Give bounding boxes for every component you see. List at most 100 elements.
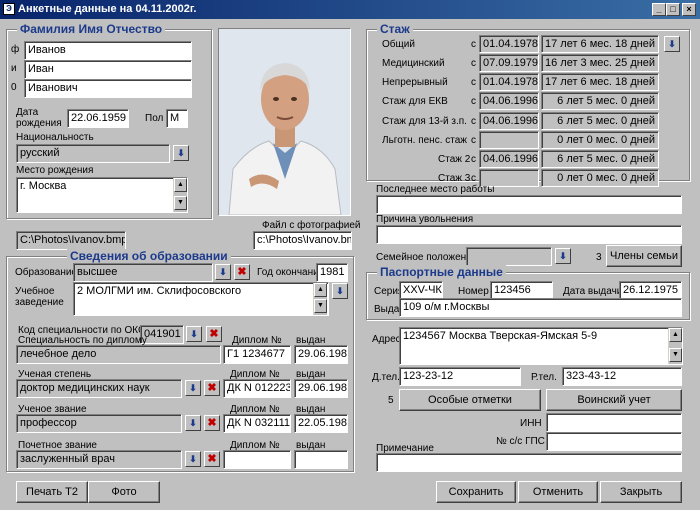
- spec-diploma-field[interactable]: Г1 1234677: [223, 345, 291, 364]
- stazh-from-label: с: [471, 77, 476, 88]
- arrow-down-icon: ⬇: [189, 383, 197, 393]
- work-phone-field[interactable]: 323-43-12: [562, 367, 682, 386]
- title-diploma-field[interactable]: ДК N 032111 0: [223, 414, 291, 433]
- last-work-field[interactable]: [376, 195, 682, 214]
- title-field[interactable]: профессор: [16, 414, 182, 433]
- inn-field[interactable]: [546, 413, 682, 432]
- honorary-field[interactable]: заслуженный врач: [16, 450, 182, 469]
- photo-file-field[interactable]: c:\Photos\Ivanov.bm: [253, 231, 352, 250]
- home-phone-label: Д.тел.: [372, 372, 400, 383]
- first-name-field[interactable]: Иван: [24, 60, 192, 79]
- degree-field[interactable]: доктор медицинских наук: [16, 379, 182, 398]
- degree-issued-field[interactable]: 29.06.1985: [294, 379, 348, 398]
- stazh-start-date-field[interactable]: 04.06.1996: [479, 150, 539, 168]
- print-t2-button[interactable]: Печать Т2: [16, 481, 88, 503]
- employee-photo: [218, 28, 351, 216]
- title-issued-field[interactable]: 22.05.1987: [294, 414, 348, 433]
- clear-x-icon: ✖: [207, 417, 217, 429]
- stazh-group-title: Стаж: [377, 22, 413, 36]
- cancel-button[interactable]: Отменить: [518, 481, 598, 503]
- arrow-down-icon: ⬇: [177, 148, 185, 158]
- honorary-diploma-field[interactable]: [223, 450, 291, 469]
- family-members-button[interactable]: Члены семьи: [606, 245, 682, 267]
- stazh-row-label: Льготн. пенс. стаж: [382, 135, 467, 146]
- clear-x-icon: ✖: [209, 328, 219, 340]
- special-notes-button[interactable]: Особые отметки: [399, 389, 541, 411]
- education-field[interactable]: высшее: [73, 263, 213, 282]
- scroll-up-icon[interactable]: ▲: [174, 178, 187, 192]
- birthplace-field[interactable]: г. Москва: [16, 177, 188, 213]
- institution-scrollbar[interactable]: ▲ ▼: [313, 283, 327, 315]
- close-button[interactable]: Закрыть: [600, 481, 682, 503]
- spec-field[interactable]: лечебное дело: [16, 345, 221, 364]
- stazh-row-label: Стаж 2: [438, 154, 471, 165]
- spec-code-dropdown-button[interactable]: ⬇: [186, 326, 202, 342]
- family-status-field[interactable]: [466, 247, 552, 266]
- nationality-field[interactable]: русский: [16, 144, 170, 163]
- title-dropdown-button[interactable]: ⬇: [185, 415, 201, 431]
- stazh-start-date-field[interactable]: 04.06.1996: [479, 92, 539, 110]
- maximize-button[interactable]: □: [666, 3, 680, 16]
- family-status-label: Семейное положение: [376, 252, 478, 263]
- scroll-up-icon[interactable]: ▲: [669, 328, 682, 342]
- window-title: Анкетные данные на 04.11.2002г.: [18, 3, 197, 15]
- degree-diploma-field[interactable]: ДК N 012223 0: [223, 379, 291, 398]
- address-scrollbar[interactable]: ▲ ▼: [668, 328, 682, 364]
- stazh-start-date-field[interactable]: 04.06.1996: [479, 112, 539, 130]
- scroll-down-icon[interactable]: ▼: [314, 299, 327, 313]
- education-clear-button[interactable]: ✖: [234, 264, 250, 280]
- last-name-label: ф: [11, 44, 20, 55]
- education-dropdown-button[interactable]: ⬇: [215, 264, 231, 280]
- title-clear-button[interactable]: ✖: [204, 415, 220, 431]
- degree-clear-button[interactable]: ✖: [204, 380, 220, 396]
- birth-date-label: Дата рождения: [16, 107, 62, 129]
- spec-issued-field[interactable]: 29.06.1981: [294, 345, 348, 364]
- institution-dropdown-button[interactable]: ⬇: [332, 283, 348, 299]
- minimize-button[interactable]: _: [652, 3, 666, 16]
- stazh-start-date-field[interactable]: 07.09.1979: [479, 54, 539, 72]
- scroll-up-icon[interactable]: ▲: [314, 283, 327, 297]
- stazh-duration-field: 0 лет 0 мес. 0 дней: [541, 169, 659, 187]
- stazh-row-label: Общий: [382, 39, 415, 50]
- dismissal-reason-label: Причина увольнения: [376, 214, 474, 225]
- birthplace-scrollbar[interactable]: ▲ ▼: [173, 178, 187, 212]
- save-button[interactable]: Сохранить: [436, 481, 516, 503]
- close-window-button[interactable]: ×: [682, 3, 696, 16]
- dismissal-reason-field[interactable]: [376, 225, 682, 244]
- patronymic-field[interactable]: Иванович: [24, 79, 192, 98]
- photo-button[interactable]: Фото: [88, 481, 160, 503]
- spec-code-clear-button[interactable]: ✖: [206, 326, 222, 342]
- scroll-down-icon[interactable]: ▼: [174, 196, 187, 210]
- last-name-field[interactable]: Иванов: [24, 41, 192, 60]
- institution-field[interactable]: 2 МОЛГМИ им. Склифосовского: [73, 282, 329, 316]
- stazh-duration-field: 17 лет 6 мес. 18 дней: [541, 35, 659, 53]
- stazh-start-date-field[interactable]: 01.04.1978: [479, 73, 539, 91]
- gps-field[interactable]: [546, 432, 682, 451]
- sex-field[interactable]: М: [166, 109, 188, 128]
- stazh-start-date-field[interactable]: 01.04.1978: [479, 35, 539, 53]
- address-field[interactable]: 1234567 Москва Тверская-Ямская 5-9: [399, 327, 683, 365]
- stazh-dropdown-button[interactable]: ⬇: [664, 36, 680, 52]
- military-records-button[interactable]: Воинский учет: [546, 389, 682, 411]
- personal-group-title: Фамилия Имя Отчество: [17, 22, 166, 36]
- remark-field[interactable]: [376, 453, 682, 472]
- stazh-from-label: с: [471, 173, 476, 184]
- arrow-down-icon: ⬇: [189, 418, 197, 428]
- photo-path-field[interactable]: C:\Photos\Ivanov.bmp: [16, 231, 126, 250]
- stazh-row-label: Стаж 3: [438, 173, 471, 184]
- birth-date-field[interactable]: 22.06.1959: [67, 109, 129, 128]
- degree-dropdown-button[interactable]: ⬇: [185, 380, 201, 396]
- family-status-dropdown-button[interactable]: ⬇: [555, 248, 571, 264]
- honorary-clear-button[interactable]: ✖: [204, 451, 220, 467]
- nationality-dropdown-button[interactable]: ⬇: [173, 145, 189, 161]
- honorary-issued-field[interactable]: [294, 450, 348, 469]
- end-year-field[interactable]: 1981: [316, 263, 348, 282]
- stazh-start-date-field[interactable]: [479, 131, 539, 149]
- issued-by-field[interactable]: 109 о/м г.Москвы: [399, 298, 682, 317]
- honorary-dropdown-button[interactable]: ⬇: [185, 451, 201, 467]
- home-phone-field[interactable]: 123-23-12: [399, 367, 521, 386]
- stazh-from-label: с: [471, 58, 476, 69]
- stazh-duration-field: 6 лет 5 мес. 0 дней: [541, 92, 659, 110]
- stazh-row-label: Стаж для ЕКВ: [382, 96, 448, 107]
- scroll-down-icon[interactable]: ▼: [669, 348, 682, 362]
